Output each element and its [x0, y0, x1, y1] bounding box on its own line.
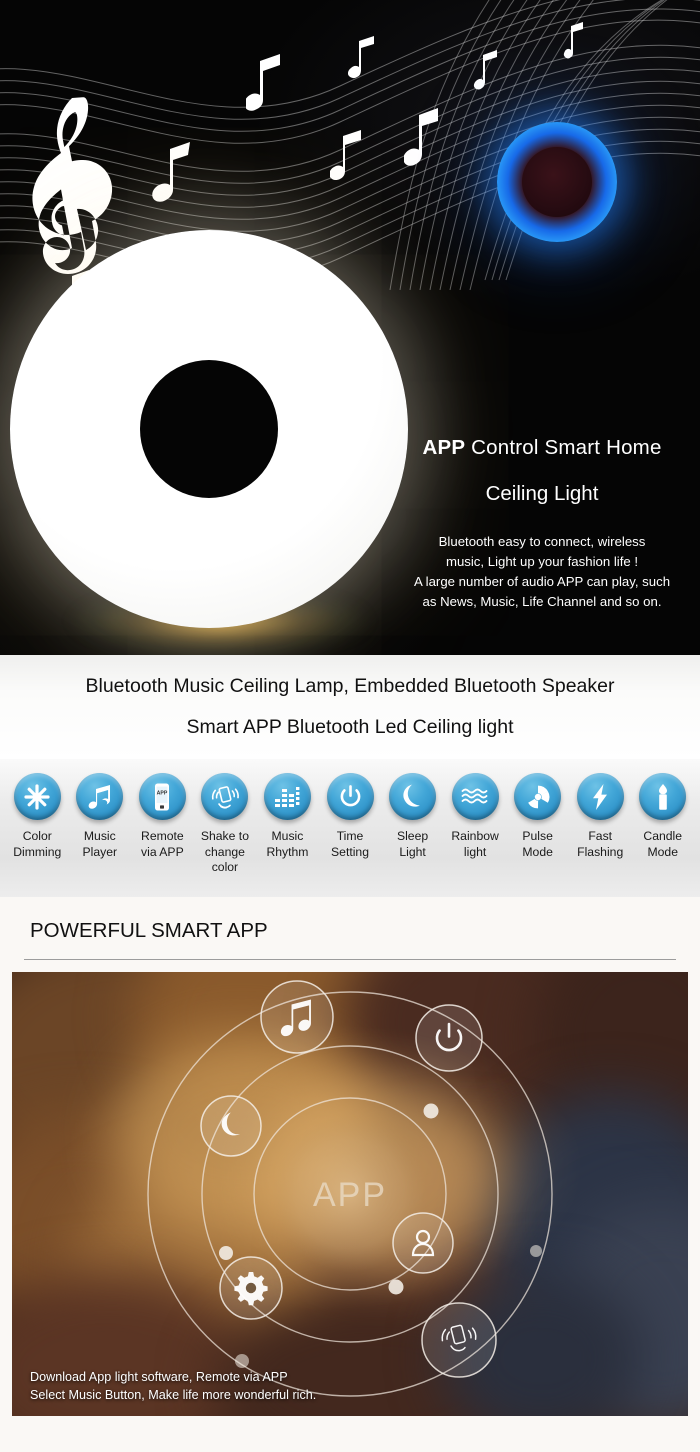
hero-paragraph: Bluetooth easy to connect, wireless musi… — [392, 532, 692, 612]
feature-label: Shake to change color — [200, 829, 249, 874]
feature-label: Sleep Light — [396, 829, 429, 859]
app-panel-caption: Download App light software, Remote via … — [30, 1368, 316, 1404]
caption-line1: Download App light software, Remote via … — [30, 1370, 288, 1384]
diagram-node-power — [415, 1004, 483, 1072]
lamp-center-hole — [140, 360, 278, 498]
hero-headline-rest: Control Smart Home — [465, 436, 662, 459]
feature-pulse-mode[interactable]: Pulse Mode — [506, 773, 569, 860]
app-diagram-panel: APP Download App light software, Remote … — [12, 972, 688, 1416]
music-note-icon — [563, 22, 583, 59]
feature-label: Remote via APP — [141, 829, 184, 859]
music-note-icon — [152, 142, 190, 202]
hero-subheadline: Ceiling Light — [485, 482, 599, 505]
feature-remote-via-app[interactable]: APP Remote via APP — [131, 773, 194, 860]
diagram-node-settings — [219, 1256, 283, 1320]
music-note-icon — [348, 36, 374, 79]
smart-app-heading: POWERFUL SMART APP — [30, 919, 268, 942]
feature-music-rhythm[interactable]: Music Rhythm — [256, 773, 319, 860]
music-note-icon — [330, 130, 361, 181]
music-note-icon — [76, 773, 124, 820]
feature-label: Candle Mode — [643, 829, 683, 859]
feature-label: Pulse Mode — [522, 829, 553, 859]
hero-paragraph-line: as News, Music, Life Channel and so on. — [422, 594, 662, 609]
hero-banner: APP Control Smart Home Ceiling Light Blu… — [0, 0, 700, 655]
diagram-node-shake — [421, 1302, 497, 1378]
feature-label: Fast Flashing — [577, 829, 624, 859]
feature-label: Rainbow light — [451, 829, 499, 859]
feature-label: Music Player — [82, 829, 118, 859]
caption-line2: Select Music Button, Make life more wond… — [30, 1388, 317, 1402]
feature-rainbow-light[interactable]: Rainbow light — [444, 773, 507, 860]
music-note-icon — [404, 108, 438, 166]
blue-lamp-center — [522, 147, 592, 217]
music-note-icon — [246, 54, 280, 111]
feature-time-setting[interactable]: Time Setting — [319, 773, 382, 860]
lightning-bolt-icon — [576, 773, 624, 820]
sun-dimming-icon — [13, 773, 61, 820]
music-note-icon — [473, 50, 497, 90]
waves-icon — [451, 773, 499, 820]
diagram-node-user — [392, 1212, 454, 1274]
hero-paragraph-line: Bluetooth easy to connect, wireless — [438, 534, 646, 549]
equalizer-icon — [263, 773, 311, 820]
feature-candle-mode[interactable]: Candle Mode — [631, 773, 694, 860]
feature-fast-flashing[interactable]: Fast Flashing — [569, 773, 632, 860]
hero-headline-bold: APP — [422, 436, 466, 459]
product-title-line2: Smart APP Bluetooth Led Ceiling light — [186, 716, 514, 738]
feature-icons-row: Color Dimming Music Player APP Remote vi… — [0, 759, 700, 897]
svg-text:APP: APP — [157, 790, 168, 796]
diagram-center-label: APP — [313, 1176, 387, 1214]
phone-app-icon: APP — [138, 773, 186, 820]
app-feature-diagram: APP — [147, 980, 553, 1397]
diagram-node-music — [260, 980, 334, 1054]
white-ring-ceiling-lamp — [10, 230, 408, 628]
product-title-band: Bluetooth Music Ceiling Lamp, Embedded B… — [0, 655, 700, 759]
hero-headline: APP Control Smart Home — [392, 436, 692, 460]
candle-icon — [639, 773, 687, 820]
feature-sleep-light[interactable]: Sleep Light — [381, 773, 444, 860]
crescent-moon-icon — [389, 773, 437, 820]
hero-paragraph-line: A large number of audio APP can play, su… — [413, 574, 671, 589]
feature-label: Music Rhythm — [266, 829, 309, 859]
hero-paragraph-line: music, Light up your fashion life ! — [445, 554, 639, 569]
treble-clef-icon — [32, 97, 113, 274]
product-listing-page: APP Control Smart Home Ceiling Light Blu… — [0, 0, 700, 1452]
smart-app-section: POWERFUL SMART APP APP Download App ligh… — [0, 897, 700, 1452]
music-ribbon-lines — [389, 0, 668, 290]
shake-phone-icon — [201, 773, 249, 820]
power-icon — [326, 773, 374, 820]
feature-label: Color Dimming — [13, 829, 62, 859]
radiation-pulse-icon — [514, 773, 562, 820]
product-title-line1: Bluetooth Music Ceiling Lamp, Embedded B… — [85, 675, 615, 697]
blue-glowing-ring-lamp — [497, 122, 617, 242]
diagram-node-sleep — [200, 1095, 262, 1157]
feature-music-player[interactable]: Music Player — [69, 773, 132, 860]
feature-shake-to-change-color[interactable]: Shake to change color — [194, 773, 257, 876]
hero-text-block: APP Control Smart Home Ceiling Light Blu… — [392, 436, 692, 612]
section-divider — [24, 959, 676, 960]
feature-color-dimming[interactable]: Color Dimming — [6, 773, 69, 860]
feature-label: Time Setting — [331, 829, 369, 859]
